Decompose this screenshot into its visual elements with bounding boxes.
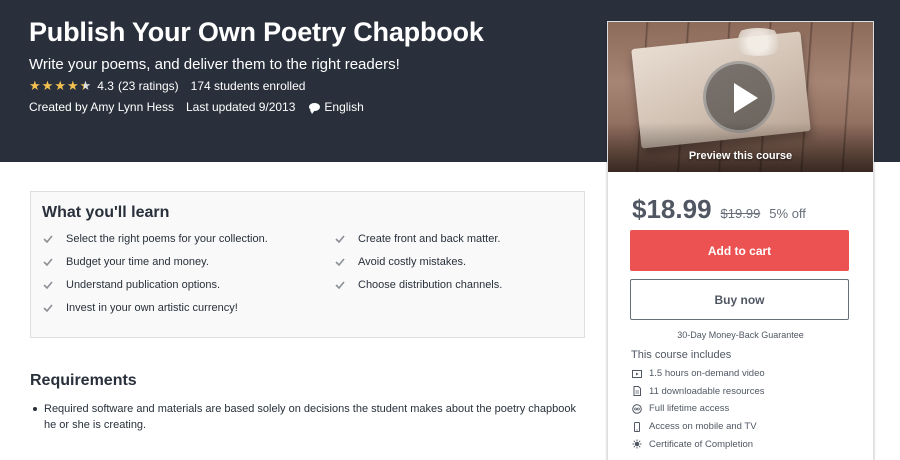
include-item: Certificate of Completion (631, 435, 765, 453)
mobile-icon (631, 421, 642, 432)
learn-item: Budget your time and money. (43, 256, 209, 268)
star-icon: ★ (29, 78, 41, 93)
include-item-label: Certificate of Completion (649, 438, 754, 450)
learn-item-text: Create front and back matter. (358, 233, 501, 245)
learn-item-text: Understand publication options. (66, 279, 221, 291)
created-by[interactable]: Created by Amy Lynn Hess (29, 100, 174, 114)
last-updated: Last updated 9/2013 (185, 100, 296, 114)
learn-item-text: Invest in your own artistic currency! (66, 302, 238, 314)
include-item-label: Full lifetime access (649, 403, 730, 415)
buy-now-button[interactable]: Buy now (630, 279, 849, 320)
check-icon (335, 235, 345, 243)
learn-title: What you'll learn (42, 204, 170, 221)
ratings-count[interactable]: (23 ratings) (118, 79, 179, 93)
speech-bubble-icon (309, 103, 321, 114)
course-subtitle: Write your poems, and deliver them to th… (29, 56, 400, 73)
include-item-label: Access on mobile and TV (649, 421, 757, 433)
original-price: $19.99 (720, 206, 761, 221)
money-back-guarantee: 30-Day Money-Back Guarantee (677, 330, 804, 340)
trophy-icon (631, 439, 642, 450)
star-half-icon: ★ (79, 78, 92, 93)
infinity-icon (631, 403, 642, 414)
learn-item: Avoid costly mistakes. (335, 256, 466, 268)
video-icon (631, 368, 642, 379)
star-icon: ★ (66, 78, 79, 93)
learn-item: Create front and back matter. (335, 233, 500, 245)
include-item-label: 11 downloadable resources (649, 385, 765, 397)
includes-list: 1.5 hours on-demand video 11 downloadabl… (631, 365, 765, 453)
file-icon (631, 386, 642, 397)
learn-item: Select the right poems for your collecti… (43, 233, 268, 245)
learn-item-text: Choose distribution channels. (358, 279, 503, 291)
requirement-item: Required software and materials are base… (30, 401, 590, 433)
learn-item: Choose distribution channels. (335, 279, 502, 291)
add-to-cart-button[interactable]: Add to cart (630, 230, 849, 271)
check-icon (43, 281, 53, 289)
check-icon (43, 258, 53, 266)
check-icon (43, 235, 53, 243)
learn-item-text: Budget your time and money. (66, 256, 209, 268)
include-item: Access on mobile and TV (631, 418, 765, 436)
course-title: Publish Your Own Poetry Chapbook (29, 17, 484, 47)
course-preview-video[interactable]: Preview this course (608, 22, 873, 172)
rating-stars: ★ ★ ★ ★ ★ (29, 79, 91, 93)
enrolled-count: 174 students enrolled (190, 79, 306, 93)
preview-label: Preview this course (688, 150, 793, 162)
include-item: Full lifetime access (631, 400, 765, 418)
learn-item-text: Avoid costly mistakes. (358, 256, 467, 268)
include-item: 1.5 hours on-demand video (631, 365, 765, 383)
check-icon (335, 258, 345, 266)
star-icon: ★ (41, 78, 54, 93)
learn-item-text: Select the right poems for your collecti… (66, 233, 268, 245)
meta-row: Created by Amy Lynn Hess Last updated 9/… (29, 100, 364, 114)
include-item: 11 downloadable resources (631, 383, 765, 401)
what-youll-learn-box: What you'll learn Select the right poems… (30, 191, 585, 338)
lace-image (728, 28, 788, 56)
includes-title: This course includes (631, 349, 732, 361)
check-icon (335, 281, 345, 289)
current-price: $18.99 (632, 194, 712, 224)
learn-item: Understand publication options. (43, 279, 220, 291)
check-icon (43, 304, 53, 312)
purchase-sidebar: Preview this course $18.99 $19.99 5% off… (607, 21, 874, 460)
rating-value: 4.3 (97, 79, 114, 93)
star-icon: ★ (54, 78, 66, 93)
requirements-list: Required software and materials are base… (30, 401, 590, 433)
include-item-label: 1.5 hours on-demand video (649, 368, 765, 380)
learn-item: Invest in your own artistic currency! (43, 302, 238, 314)
course-language: English (324, 100, 364, 114)
requirements-title: Requirements (30, 372, 137, 389)
price-row: $18.99 $19.99 5% off (632, 194, 806, 225)
discount-percent: 5% off (769, 206, 806, 221)
rating-row: ★ ★ ★ ★ ★ 4.3 (23 ratings) 174 students … (29, 79, 306, 94)
play-icon[interactable] (703, 61, 775, 133)
